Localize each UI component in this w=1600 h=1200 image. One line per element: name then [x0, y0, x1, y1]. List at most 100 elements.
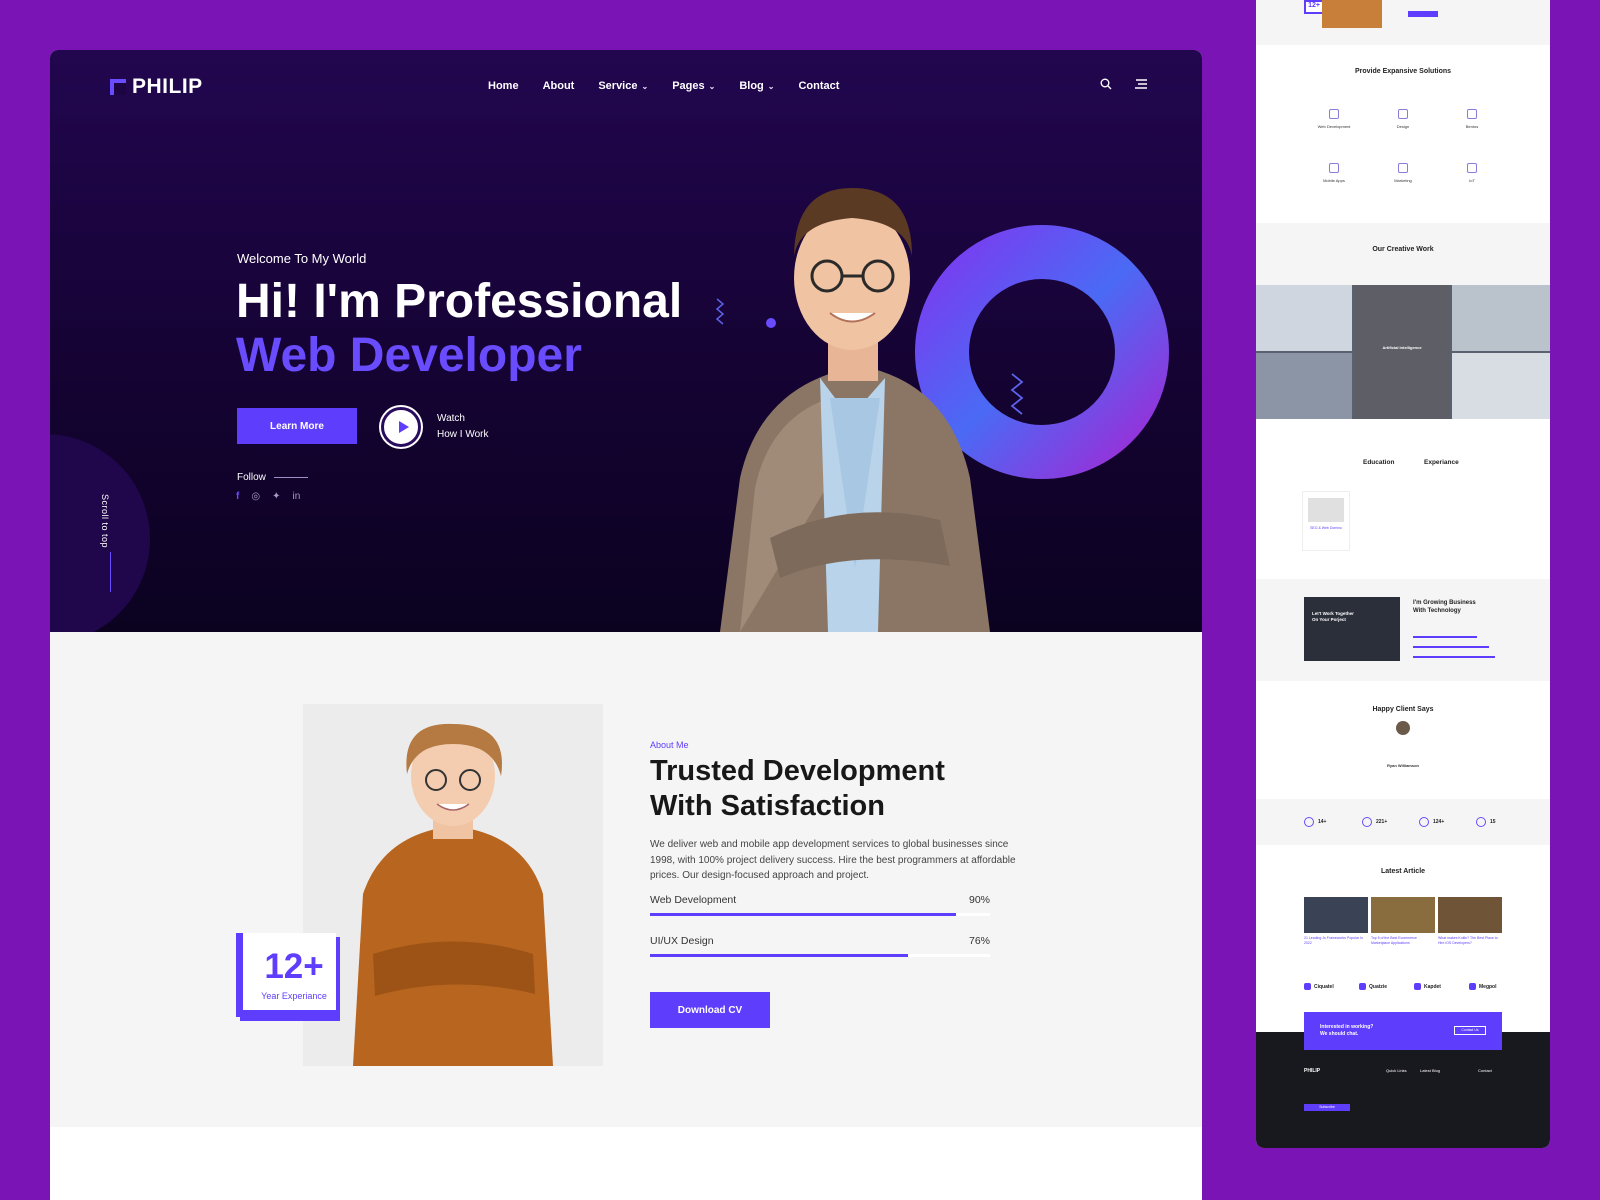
experience-label: Year Experiance	[261, 991, 327, 1001]
facebook-icon[interactable]: f	[236, 491, 239, 502]
menu-icon[interactable]	[1134, 78, 1148, 90]
logo-mark-icon	[110, 79, 126, 95]
watch-video-link[interactable]: Watch How I Work	[437, 411, 489, 443]
project-icon	[1419, 817, 1429, 827]
banner-line2: We should chat.	[1320, 1031, 1359, 1037]
avatar	[1396, 721, 1410, 735]
marketing-icon	[1398, 163, 1408, 173]
stat-item: 124+	[1419, 817, 1444, 827]
preview-skill-bar	[1413, 656, 1495, 658]
preview-growing: Let't Work Together On Your Porject I'm …	[1256, 579, 1550, 681]
about-description: We deliver web and mobile app developmen…	[650, 839, 1016, 881]
scroll-to-top-link[interactable]: Scroll to top	[100, 494, 110, 548]
hero-title-line1: Hi! I'm Professional	[236, 275, 683, 328]
preview-articles: Latest Article 21 Leading Js Frameworks …	[1256, 845, 1550, 1032]
about-tag: About Me	[650, 740, 689, 750]
nav-blog[interactable]: Blog ⌄	[739, 80, 774, 92]
brand-name: Ciquatel	[1314, 983, 1334, 990]
preview-cv-button[interactable]	[1408, 11, 1438, 17]
skill-track	[650, 954, 990, 957]
client-name: Ryan Williamson	[1387, 763, 1419, 768]
gallery-image[interactable]	[1452, 353, 1550, 419]
search-icon[interactable]	[1100, 78, 1112, 90]
chat-icon	[1362, 817, 1372, 827]
award-icon	[1476, 817, 1486, 827]
nav-service[interactable]: Service ⌄	[598, 80, 648, 92]
follow-divider	[273, 477, 308, 478]
gallery-image[interactable]: Artificial Intelligence	[1354, 285, 1450, 419]
gallery-image[interactable]	[1256, 353, 1352, 419]
preview-service: Web Development	[1304, 109, 1364, 129]
download-cv-button[interactable]: Download CV	[650, 992, 770, 1028]
about-title: Trusted Development With Satisfaction	[650, 754, 945, 824]
skill-name: Web Development	[650, 894, 737, 906]
twitter-icon[interactable]: ✦	[272, 491, 280, 502]
banner-contact-button[interactable]: Contact Us	[1454, 1026, 1486, 1035]
gallery-caption: Artificial Intelligence	[1382, 345, 1422, 350]
top-navbar: PHILIP Home About Service ⌄ Pages ⌄ Blog ⌄ …	[50, 50, 1202, 122]
footer-subscribe-button[interactable]: Subscribe	[1304, 1104, 1350, 1111]
watch-line1: Watch	[437, 413, 465, 424]
footer-contact: Contact	[1478, 1068, 1492, 1073]
linkedin-icon[interactable]: in	[292, 491, 300, 502]
nav-about[interactable]: About	[543, 80, 575, 92]
learn-more-button[interactable]: Learn More	[237, 408, 357, 444]
brand-icon	[1359, 983, 1366, 990]
footer-quick-links: Quick Links	[1386, 1068, 1407, 1073]
article-card[interactable]: 21 Leading Js Frameworks Popular In 2022	[1304, 897, 1368, 957]
chevron-down-icon: ⌄	[708, 81, 716, 91]
follow-text: Follow	[237, 472, 266, 483]
users-icon	[1304, 817, 1314, 827]
footer-brand: PHILIP	[1304, 1068, 1321, 1074]
stat-item: 15	[1476, 817, 1496, 827]
article-title: 21 Leading Js Frameworks Popular In 2022	[1304, 936, 1363, 945]
main-landing-page: Scroll to top PHILIP Home About Service ⌄…	[50, 50, 1202, 1200]
scroll-line-decor	[110, 552, 111, 592]
dribbble-icon[interactable]: ◎	[251, 491, 260, 502]
gallery-image[interactable]	[1452, 285, 1550, 351]
banner-text: Interested in working? We should chat.	[1320, 1024, 1373, 1038]
preview-portrait	[1322, 0, 1382, 28]
nav-blog-label: Blog	[739, 80, 764, 92]
cta-title: Let't Work Together On Your Porject	[1312, 611, 1354, 623]
preview-service-name: Design	[1396, 124, 1410, 129]
about-section: 12+ Year Experiance About Me Trusted Dev…	[50, 632, 1202, 1127]
nav-pages[interactable]: Pages ⌄	[672, 80, 715, 92]
article-image	[1438, 897, 1502, 933]
experience-badge: 12+ Year Experiance	[236, 933, 336, 1017]
preview-hero-strip: 12+	[1256, 0, 1550, 45]
article-card[interactable]: What makes Kotlin? The Best Place to Hir…	[1438, 897, 1502, 957]
tab-education[interactable]: Education	[1363, 459, 1394, 466]
brand-icon	[1304, 983, 1311, 990]
brand-kapdet: Kapdet	[1414, 983, 1441, 990]
preview-testimonial: Happy Client Says Ryan Williamson	[1256, 681, 1550, 799]
nav-home[interactable]: Home	[488, 80, 519, 92]
skill-percent: 76%	[968, 935, 990, 947]
preview-education: Education Experiance SEO & Web Domino	[1256, 419, 1550, 579]
chevron-down-icon: ⌄	[767, 81, 775, 91]
skill-name: UI/UX Design	[650, 935, 714, 947]
play-icon[interactable]	[381, 407, 421, 447]
preview-service: Bentos	[1442, 109, 1502, 129]
gallery-image[interactable]	[1256, 285, 1352, 351]
preview-skill-bar	[1413, 646, 1489, 648]
brand-quatzie: Quatzie	[1359, 983, 1387, 990]
article-title: What makes Kotlin? The Best Place to Hir…	[1438, 936, 1498, 945]
preview-service-name: IoT	[1469, 178, 1475, 183]
preview-services: Provide Expansive Solutions Web Developm…	[1256, 45, 1550, 223]
box-icon	[1467, 109, 1477, 119]
brand-logo[interactable]: PHILIP	[110, 75, 203, 99]
preview-service-name: Mobile Apps	[1323, 178, 1345, 183]
preview-service-name: Bentos	[1465, 124, 1479, 129]
skill-percent: 90%	[968, 894, 990, 906]
article-image	[1371, 897, 1435, 933]
preview-work-gallery: Artificial Intelligence	[1256, 285, 1550, 419]
nav-about-label: About	[542, 80, 575, 92]
brand-name: Quatzie	[1369, 983, 1388, 990]
footer-latest-blog: Latest Blog	[1420, 1068, 1441, 1073]
cta-image: Let't Work Together On Your Porject	[1304, 597, 1400, 661]
nav-contact[interactable]: Contact	[798, 80, 839, 92]
tab-experience[interactable]: Experiance	[1424, 459, 1459, 466]
squiggle-decor	[1010, 373, 1024, 415]
article-card[interactable]: Top 5 of the Best Ecommerce Marketplace …	[1371, 897, 1435, 957]
